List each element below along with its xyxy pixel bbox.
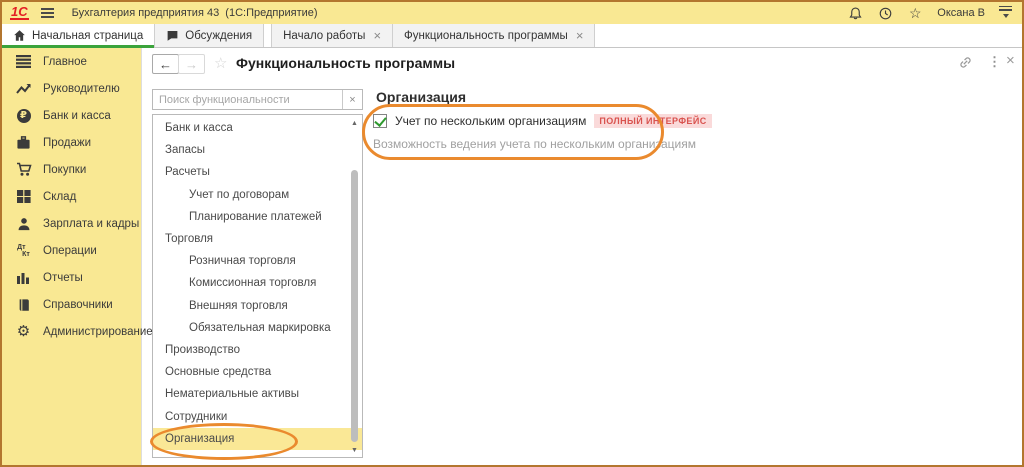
home-icon: [13, 29, 26, 42]
sidebar-label: Отчеты: [43, 272, 83, 284]
search-box: ×: [152, 89, 363, 110]
history-icon[interactable]: [877, 5, 893, 21]
add-favorite-star-icon[interactable]: ☆: [214, 54, 227, 72]
gear-icon: ⚙: [15, 323, 32, 340]
tab-home[interactable]: Начальная страница: [2, 24, 155, 47]
list-item[interactable]: Производство: [153, 339, 362, 361]
1c-logo-icon: 1С: [10, 6, 29, 20]
sidebar-label: Справочники: [43, 299, 113, 311]
sidebar-item-reports[interactable]: Отчеты: [2, 264, 141, 291]
sidebar-item-salary-hr[interactable]: Зарплата и кадры: [2, 210, 141, 237]
list-item[interactable]: Банк и касса: [153, 117, 362, 139]
sidebar-item-purchases[interactable]: Покупки: [2, 156, 141, 183]
list-item[interactable]: Расчеты: [153, 161, 362, 183]
tab-close-icon[interactable]: ×: [371, 31, 381, 41]
search-input[interactable]: [153, 90, 342, 109]
tab-close-icon[interactable]: ×: [574, 31, 584, 41]
main-menu-icon[interactable]: [41, 8, 54, 18]
sidebar-item-main[interactable]: Главное: [2, 48, 141, 75]
tab-label: Функциональность программы: [404, 30, 568, 42]
list-item[interactable]: Запасы: [153, 139, 362, 161]
functionality-list: Банк и касса Запасы Расчеты Учет по дого…: [152, 114, 363, 458]
option-row: Учет по нескольким организациям ПОЛНЫЙ И…: [373, 114, 712, 128]
list-item[interactable]: Торговля: [153, 228, 362, 250]
window-title: Бухгалтерия предприятия 43 (1С:Предприят…: [72, 7, 318, 19]
option-label[interactable]: Учет по нескольким организациям: [395, 114, 586, 128]
list-item[interactable]: Внешняя торговля: [153, 295, 362, 317]
panel-heading: Организация: [376, 89, 466, 105]
tab-bar: Начальная страница Обсуждения Начало раб…: [2, 24, 1022, 48]
service-menu-icon[interactable]: [999, 6, 1014, 21]
list-item[interactable]: Сотрудники: [153, 405, 362, 427]
list-item[interactable]: Учет по договорам: [153, 184, 362, 206]
back-button[interactable]: ←: [152, 54, 179, 74]
sidebar-item-operations[interactable]: ДтКт Операции: [2, 237, 141, 264]
list-item[interactable]: Обязательная маркировка: [153, 317, 362, 339]
scrollbar-thumb[interactable]: [351, 170, 358, 442]
book-icon: [15, 296, 32, 313]
sidebar-item-bank-cash[interactable]: ₽ Банк и касса: [2, 102, 141, 129]
sidebar-item-warehouse[interactable]: Склад: [2, 183, 141, 210]
menu-lines-icon: [15, 53, 32, 70]
bar-chart-icon: [15, 269, 32, 286]
sidebar-label: Банк и касса: [43, 110, 111, 122]
list-item[interactable]: Розничная торговля: [153, 250, 362, 272]
forward-button[interactable]: →: [178, 54, 205, 74]
app-window: 1С Бухгалтерия предприятия 43 (1С:Предпр…: [0, 0, 1024, 467]
full-interface-badge: ПОЛНЫЙ ИНТЕРФЕЙС: [594, 114, 711, 128]
tab-label: Начальная страница: [32, 30, 143, 42]
tab-discussions[interactable]: Обсуждения: [155, 24, 264, 47]
briefcase-icon: [15, 134, 32, 151]
list-scrollbar[interactable]: ▲ ▼: [349, 118, 360, 454]
sidebar-label: Зарплата и кадры: [43, 218, 139, 230]
page-title: Функциональность программы: [236, 55, 455, 71]
scroll-up-icon[interactable]: ▲: [349, 120, 360, 127]
sidebar-item-sales[interactable]: Продажи: [2, 129, 141, 156]
sidebar-item-directories[interactable]: Справочники: [2, 291, 141, 318]
sidebar-label: Покупки: [43, 164, 86, 176]
grid-boxes-icon: [15, 188, 32, 205]
close-form-icon[interactable]: ×: [1006, 52, 1015, 69]
dt-kt-icon: ДтКт: [15, 242, 32, 259]
more-menu-icon[interactable]: ⋮: [988, 54, 1001, 70]
cart-icon: [15, 161, 32, 178]
get-link-icon[interactable]: [958, 55, 973, 70]
list-item[interactable]: Основные средства: [153, 361, 362, 383]
option-description: Возможность ведения учета по нескольким …: [373, 137, 696, 151]
sidebar-label: Руководителю: [43, 83, 120, 95]
search-clear-icon[interactable]: ×: [342, 90, 362, 109]
multi-org-checkbox[interactable]: [373, 114, 387, 128]
tab-getting-started[interactable]: Начало работы ×: [271, 24, 393, 47]
chat-icon: [166, 29, 179, 42]
ruble-circle-icon: ₽: [15, 107, 32, 124]
section-sidebar: Главное Руководителю ₽ Банк и касса Прод…: [2, 48, 142, 465]
sidebar-label: Администрирование: [43, 326, 153, 338]
person-icon: [15, 215, 32, 232]
notifications-bell-icon[interactable]: [847, 5, 863, 21]
sidebar-label: Операции: [43, 245, 97, 257]
sidebar-label: Главное: [43, 56, 87, 68]
sidebar-item-administration[interactable]: ⚙ Администрирование: [2, 318, 141, 345]
list-item[interactable]: Нематериальные активы: [153, 383, 362, 405]
tab-functionality[interactable]: Функциональность программы ×: [393, 24, 595, 47]
scroll-down-icon[interactable]: ▼: [349, 447, 360, 454]
list-item[interactable]: Планирование платежей: [153, 206, 362, 228]
sidebar-item-manager[interactable]: Руководителю: [2, 75, 141, 102]
favorites-star-icon[interactable]: ☆: [907, 5, 923, 21]
list-item[interactable]: Комиссионная торговля: [153, 272, 362, 294]
trend-chart-icon: [15, 80, 32, 97]
sidebar-label: Продажи: [43, 137, 91, 149]
tab-label: Начало работы: [283, 30, 365, 42]
user-name[interactable]: Оксана В: [937, 7, 985, 19]
list-item-selected[interactable]: Организация: [153, 428, 362, 450]
sidebar-label: Склад: [43, 191, 76, 203]
title-bar: 1С Бухгалтерия предприятия 43 (1С:Предпр…: [2, 2, 1022, 24]
tab-label: Обсуждения: [185, 30, 252, 42]
